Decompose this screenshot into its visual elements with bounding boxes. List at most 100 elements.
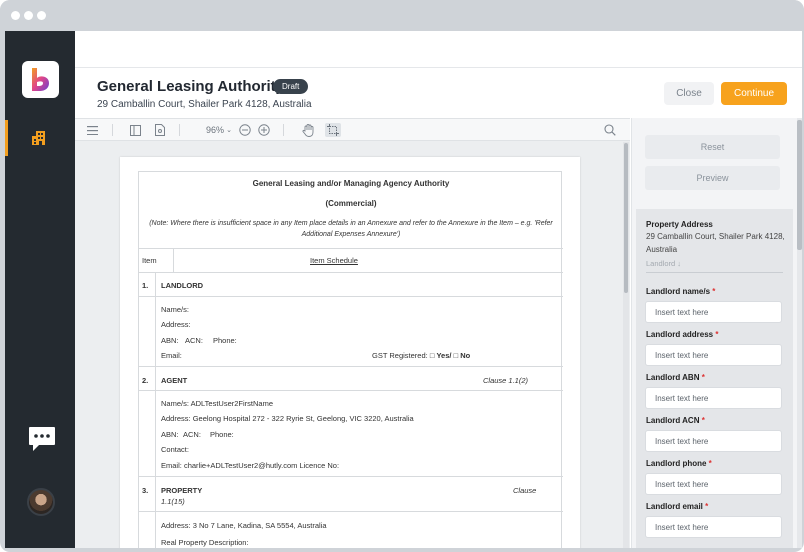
agent-names-label: Name/s: [161, 399, 189, 408]
landlord-section-label: Landlord ↓ [646, 259, 682, 268]
gst-label: GST Registered: [372, 351, 428, 360]
toolbar-divider [283, 124, 284, 136]
landlord-abn-label: ABN: [161, 336, 179, 345]
field-label-landlord-name: Landlord name/s * [646, 287, 715, 296]
viewer-toolbar: 96% ⌄ [75, 119, 630, 141]
chevron-down-icon: ⌄ [226, 127, 232, 134]
browser-window: General Leasing Authority Draft 29 Camba… [0, 0, 804, 552]
authority-form: General Leasing and/or Managing Agency A… [138, 171, 563, 548]
page-title: General Leasing Authority [97, 78, 284, 95]
panel-scroll-thumb[interactable] [797, 120, 802, 250]
table-divider [139, 511, 563, 512]
table-divider [139, 366, 563, 367]
document-address: 29 Camballin Court, Shailer Park 4128, A… [97, 99, 312, 110]
document-page: General Leasing and/or Managing Agency A… [120, 157, 580, 548]
required-mark: * [701, 416, 705, 425]
item-column-header: Item [142, 256, 157, 265]
landlord-address-label: Address: [161, 320, 191, 329]
window-dot [37, 11, 46, 20]
gst-no-label: No [460, 351, 471, 360]
form-title: General Leasing and/or Managing Agency A… [252, 179, 450, 188]
property-address-value: 29 Camballin Court, Shailer Park 4128, A… [646, 232, 785, 254]
hand-icon[interactable] [300, 123, 316, 137]
field-label-landlord-address: Landlord address * [646, 330, 718, 339]
gst-registered: GST Registered: □ Yes/ □ No [372, 351, 470, 360]
landlord-email-label: Email: [161, 351, 182, 360]
menu-icon[interactable] [85, 123, 99, 137]
real-property-label: Real Property Description: [161, 538, 249, 547]
field-label-landlord-abn: Landlord ABN * [646, 373, 705, 382]
agent-names-value: ADLTestUser2FirstName [190, 399, 273, 408]
landlord-acn-label: ACN: [185, 336, 203, 345]
document-icon[interactable] [153, 123, 167, 137]
section-clause: Clause [513, 486, 537, 495]
table-divider [139, 476, 563, 477]
form-subtitle: (Commercial) [325, 199, 377, 208]
document-viewer: 96% ⌄ General Leasing and/or Managing Ag… [75, 118, 630, 548]
property-address-label: Address: [161, 521, 191, 530]
section-number: 2. [142, 376, 149, 385]
agent-address-label: Address: [161, 414, 191, 423]
status-badge: Draft [273, 79, 309, 94]
form-note: (Note: Where there is insufficient space… [149, 220, 553, 238]
app-logo[interactable] [22, 61, 59, 98]
field-label-text: Landlord phone [646, 459, 707, 468]
agent-address: Address: Geelong Hospital 272 - 322 Ryri… [161, 414, 414, 423]
required-mark: * [705, 502, 709, 511]
chat-icon[interactable] [27, 424, 57, 454]
table-divider [139, 390, 563, 391]
nav-item-properties[interactable] [5, 120, 75, 156]
toolbar-divider [179, 124, 180, 136]
search-icon[interactable] [603, 123, 617, 137]
table-divider [139, 272, 563, 273]
viewer-scroll-thumb[interactable] [624, 143, 628, 293]
gst-yes-label: Yes/ [436, 351, 452, 360]
agent-contact-label: Contact: [161, 445, 189, 454]
landlord-abn-input[interactable] [645, 387, 782, 409]
required-mark: * [708, 459, 712, 468]
field-label-text: Landlord email [646, 502, 703, 511]
landlord-address-input[interactable] [645, 344, 782, 366]
active-indicator [5, 120, 8, 156]
window-dot [11, 11, 20, 20]
agent-email-label: Email: [161, 461, 182, 470]
panel-icon[interactable] [128, 123, 142, 137]
landlord-acn-input[interactable] [645, 430, 782, 452]
schedule-column-header: Item Schedule [310, 256, 358, 265]
zoom-level: 96% [206, 125, 225, 135]
table-divider [173, 248, 174, 272]
landlord-phone-input[interactable] [645, 473, 782, 495]
close-button[interactable]: Close [664, 82, 714, 105]
property-address: Address: 3 No 7 Lane, Kadina, SA 5554, A… [161, 521, 327, 530]
select-area-icon[interactable] [325, 123, 341, 137]
property-address-value: 3 No 7 Lane, Kadina, SA 5554, Australia [192, 521, 327, 530]
window-dot [24, 11, 33, 20]
required-mark: * [701, 373, 705, 382]
continue-button[interactable]: Continue [721, 82, 787, 105]
app: General Leasing Authority Draft 29 Camba… [5, 31, 802, 548]
table-divider [139, 296, 563, 297]
agent-licence-label: Licence No: [299, 461, 340, 470]
agent-email: Email: charlie+ADLTestUser2@hutly.com Li… [161, 461, 339, 470]
property-address-label: Property Address [646, 220, 713, 229]
top-bar [75, 31, 802, 68]
zoom-level-select[interactable]: 96% ⌄ [203, 123, 235, 137]
reset-button[interactable]: Reset [645, 135, 780, 159]
field-label-landlord-email: Landlord email * [646, 502, 708, 511]
agent-abn-label: ABN: [161, 430, 179, 439]
table-divider [155, 272, 156, 548]
zoom-out-icon[interactable] [238, 123, 252, 137]
section-title: LANDLORD [161, 281, 204, 290]
section-clause: Clause 1.1(2) [483, 376, 529, 385]
landlord-name-input[interactable] [645, 301, 782, 323]
zoom-in-icon[interactable] [257, 123, 271, 137]
landlord-phone-label: Phone: [213, 336, 237, 345]
field-label-text: Landlord ACN [646, 416, 700, 425]
landlord-email-input[interactable] [645, 516, 782, 538]
agent-phone-label: Phone: [210, 430, 234, 439]
preview-button[interactable]: Preview [645, 166, 780, 190]
avatar[interactable] [27, 488, 55, 516]
window-titlebar [0, 0, 804, 31]
agent-email-value: charlie+ADLTestUser2@hutly.com [183, 461, 298, 470]
field-label-landlord-phone: Landlord phone * [646, 459, 712, 468]
